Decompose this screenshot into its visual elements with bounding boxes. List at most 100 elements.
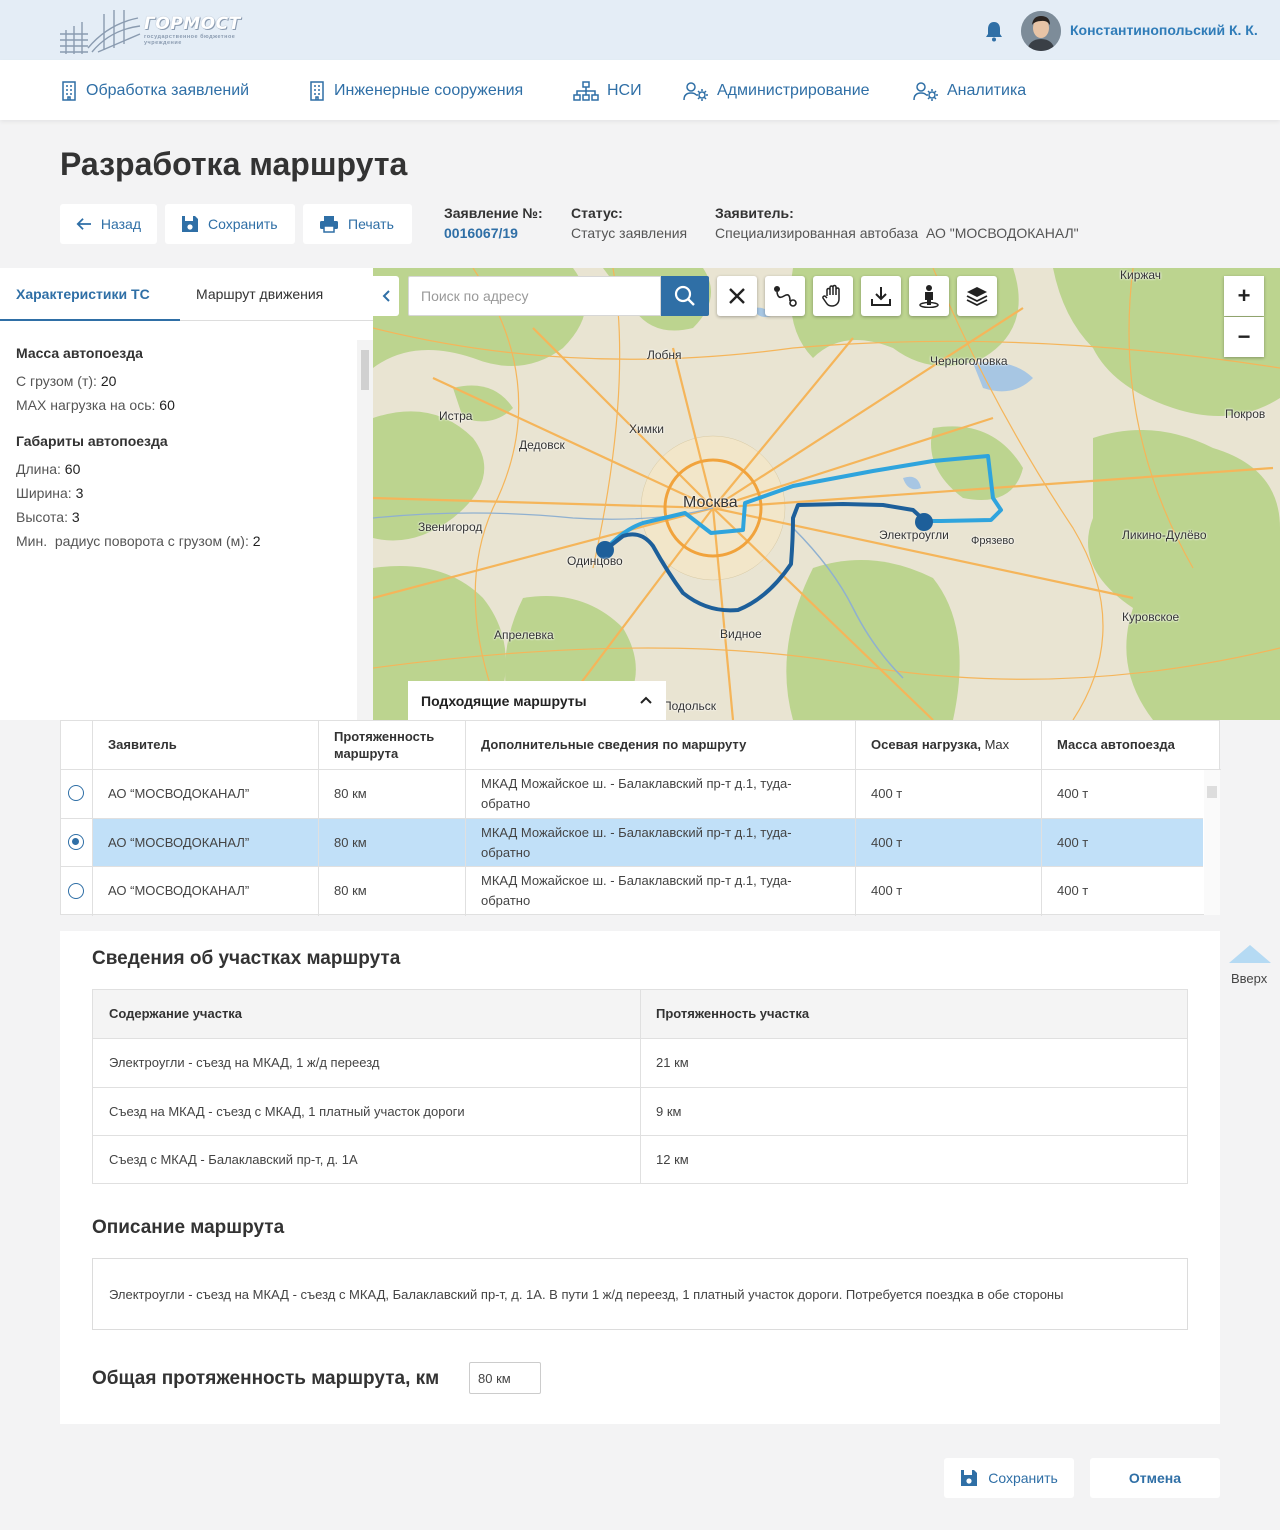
- print-button[interactable]: Печать: [303, 204, 412, 244]
- application-label: Заявление №:: [444, 205, 543, 221]
- nav-item-applications[interactable]: Обработка заявлений: [60, 80, 249, 102]
- street-view-button[interactable]: [909, 276, 949, 316]
- route-radio[interactable]: [68, 883, 84, 899]
- logo[interactable]: ГОРМОСТ государственное бюджетное учрежд…: [58, 4, 248, 56]
- download-button[interactable]: [861, 276, 901, 316]
- radius-row: Мин. радиус поворота с грузом (м): 2: [16, 533, 261, 549]
- length-value: 60: [64, 461, 81, 477]
- nav-item-structures[interactable]: Инженерные сооружения: [308, 80, 523, 102]
- layers-button[interactable]: [957, 276, 997, 316]
- floppy-disk-icon: [961, 1470, 978, 1486]
- table-cell: 80 км: [334, 834, 367, 850]
- width-row: Ширина: 3: [16, 485, 83, 501]
- table-cell: АО “МОСВОДОКАНАЛ”: [108, 834, 250, 850]
- total-length-input[interactable]: 80 км: [469, 1362, 541, 1394]
- table-scrollbar[interactable]: [1204, 770, 1220, 915]
- page-title: Разработка маршрута: [60, 146, 408, 182]
- map-label: Фрязево: [971, 535, 1015, 547]
- top-bar: ГОРМОСТ государственное бюджетное учрежд…: [0, 0, 1280, 60]
- hierarchy-icon: [573, 81, 599, 101]
- draw-route-button[interactable]: [765, 276, 805, 316]
- map-label: Электроугли: [879, 528, 949, 542]
- layers-icon: [966, 287, 988, 307]
- map-tiles: [373, 268, 1280, 720]
- table-cell: 400 т: [1057, 786, 1089, 801]
- nav-item-analytics[interactable]: Аналитика: [913, 80, 1026, 102]
- table-cell: МКАД Можайское ш. - Балаклавский пр-т д.…: [481, 824, 792, 860]
- table-cell: 12 км: [656, 1151, 689, 1167]
- save-button[interactable]: Сохранить: [165, 204, 295, 244]
- col-axle-header: Осевая нагрузка, Max: [855, 721, 1041, 769]
- cancel-button[interactable]: Отмена: [1090, 1458, 1220, 1498]
- printer-icon: [320, 216, 338, 233]
- main-navigation: Обработка заявлений Инженерные сооружени…: [0, 60, 1280, 120]
- logo-subtitle: государственное бюджетное учреждение: [144, 34, 236, 46]
- notification-bell-icon[interactable]: [984, 20, 1004, 42]
- search-button[interactable]: [661, 276, 709, 316]
- avatar[interactable]: [1021, 11, 1061, 51]
- route-radio[interactable]: [68, 785, 84, 801]
- nav-item-nsi[interactable]: НСИ: [573, 80, 642, 102]
- width-value: 3: [75, 485, 84, 501]
- tab-route[interactable]: Маршрут движения: [180, 268, 373, 321]
- users-gear-icon: [683, 82, 708, 101]
- scrollbar[interactable]: [357, 340, 373, 720]
- table-cell: 21 км: [656, 1055, 689, 1070]
- route-radio-selected[interactable]: [68, 834, 84, 850]
- collapse-panel-button[interactable]: [373, 276, 399, 316]
- nav-label: Инженерные сооружения: [334, 82, 524, 99]
- route-details: Сведения об участках маршрута Содержание…: [60, 931, 1220, 1424]
- radius-value: 2: [252, 533, 261, 549]
- height-label: Высота:: [16, 509, 68, 525]
- footer-save-label: Сохранить: [988, 1470, 1058, 1486]
- user-name[interactable]: Константинопольский К. К.: [1070, 22, 1258, 38]
- map-label: Истра: [439, 409, 473, 423]
- description-title: Описание маршрута: [92, 1217, 285, 1238]
- segment-content-header: Содержание участка: [109, 1006, 243, 1021]
- axle-header-text: Осевая нагрузка: [871, 737, 978, 752]
- search-icon: [674, 285, 695, 306]
- clear-route-button[interactable]: [717, 276, 757, 316]
- scrollbar-thumb[interactable]: [361, 350, 369, 390]
- col-length-header: Протяженность маршрута: [334, 729, 435, 761]
- col-info-header: Дополнительные сведения по маршруту: [481, 737, 747, 752]
- map-label: Видное: [720, 627, 762, 641]
- table-cell: 400 т: [871, 786, 903, 801]
- arrow-left-icon: [76, 218, 91, 230]
- cargo-label: С грузом (т):: [16, 373, 97, 389]
- axle-row: MAX нагрузка на ось: 60: [16, 397, 175, 413]
- application-number-link[interactable]: 0016067/19: [444, 225, 518, 241]
- scroll-top-label[interactable]: Вверх: [1231, 971, 1267, 986]
- back-button[interactable]: Назад: [60, 204, 157, 244]
- height-row: Высота: 3: [16, 509, 80, 525]
- pegman-icon: [919, 285, 939, 308]
- route-description[interactable]: Электроугли - съезд на МКАД - съезд с МК…: [92, 1258, 1188, 1330]
- users-gear-icon: [913, 82, 938, 101]
- address-search-input[interactable]: Поиск по адресу: [408, 276, 661, 316]
- cargo-value: 20: [100, 373, 117, 389]
- matching-routes-panel[interactable]: Подходящие маршруты: [408, 681, 666, 720]
- chevron-up-icon[interactable]: [639, 695, 653, 705]
- logo-title: ГОРМОСТ: [144, 14, 241, 34]
- save-label: Сохранить: [208, 216, 278, 232]
- length-row: Длина: 60: [16, 461, 80, 477]
- table-cell: 9 км: [656, 1103, 682, 1119]
- tab-vehicle-characteristics[interactable]: Характеристики ТС: [0, 268, 180, 321]
- map-label: Лобня: [647, 348, 682, 362]
- hand-icon: [822, 284, 840, 307]
- footer-save-button[interactable]: Сохранить: [944, 1458, 1074, 1498]
- segment-length-header: Протяженность участка: [656, 1006, 810, 1021]
- nav-label: НСИ: [607, 82, 642, 99]
- status-value: Статус заявления: [571, 225, 688, 241]
- zoom-out-button[interactable]: −: [1224, 317, 1264, 357]
- zoom-in-button[interactable]: +: [1224, 276, 1264, 316]
- map[interactable]: Фрязево Киржач Лобня Черноголовка Истра …: [373, 268, 1280, 720]
- scrollbar-thumb[interactable]: [1207, 786, 1217, 798]
- map-label: Черноголовка: [930, 354, 1008, 368]
- close-icon: [729, 288, 745, 304]
- nav-item-admin[interactable]: Администрирование: [683, 80, 870, 102]
- table-cell: 80 км: [334, 786, 367, 801]
- pan-button[interactable]: [813, 276, 853, 316]
- applicant-label: Заявитель:: [715, 205, 794, 221]
- map-label-moscow: Москва: [683, 494, 738, 511]
